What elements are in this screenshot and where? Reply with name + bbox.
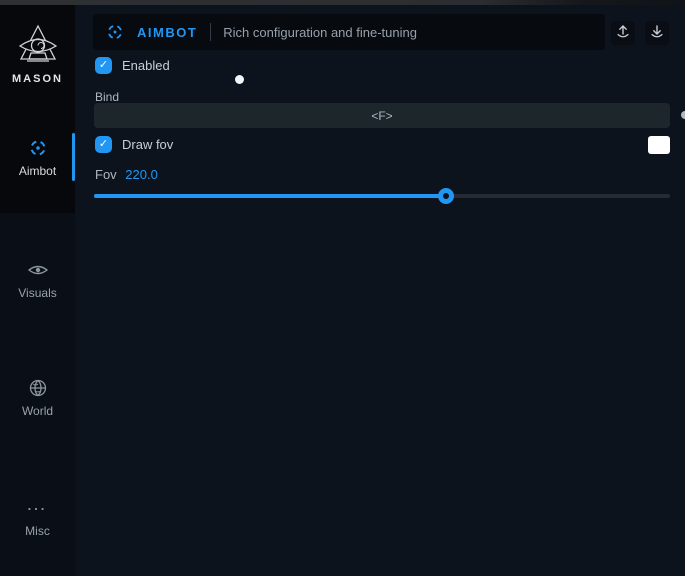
mason-menu-window: MASON Aimbot Visuals (0, 0, 685, 576)
fov-slider-fill (94, 194, 446, 198)
sidebar-item-label: Misc (25, 524, 50, 538)
bind-label: Bind (95, 90, 119, 104)
fov-slider[interactable] (94, 188, 670, 204)
ellipsis-icon: ... (0, 498, 75, 518)
mouse-cursor-dot (235, 75, 244, 84)
sidebar-item-aimbot[interactable]: Aimbot (0, 138, 75, 180)
enabled-checkbox[interactable]: ✓ (95, 57, 112, 74)
mason-pyramid-eye-icon (0, 23, 75, 69)
bind-key-field[interactable]: <F> (94, 103, 670, 128)
main-panel: AIMBOT Rich configuration and fine-tunin… (75, 5, 685, 576)
sidebar-item-label: Aimbot (19, 164, 56, 178)
brand-name: MASON (0, 73, 75, 85)
sidebar-item-label: World (22, 404, 53, 418)
sidebar-item-misc[interactable]: ... Misc (0, 498, 75, 540)
sidebar: MASON Aimbot Visuals (0, 5, 75, 576)
draw-fov-row: ✓ Draw fov (95, 136, 173, 153)
brand-logo: MASON (0, 23, 75, 85)
header-separator (210, 23, 211, 41)
sidebar-item-label: Visuals (18, 286, 56, 300)
download-icon (649, 23, 665, 44)
draw-fov-checkbox[interactable]: ✓ (95, 136, 112, 153)
enabled-row: ✓ Enabled (95, 57, 170, 74)
eye-icon (0, 260, 75, 280)
section-header: AIMBOT Rich configuration and fine-tunin… (93, 14, 605, 50)
fov-value: 220.0 (125, 167, 158, 182)
enabled-label: Enabled (122, 58, 170, 73)
section-title: AIMBOT (137, 25, 197, 40)
crosshair-icon (106, 23, 124, 41)
bind-field-cursor-dot (681, 111, 685, 119)
export-config-button[interactable] (611, 21, 635, 45)
sidebar-item-world[interactable]: World (0, 378, 75, 420)
upload-icon (615, 23, 631, 44)
draw-fov-label: Draw fov (122, 137, 173, 152)
check-icon: ✓ (99, 139, 108, 150)
sidebar-item-visuals[interactable]: Visuals (0, 260, 75, 302)
check-icon: ✓ (99, 60, 108, 71)
globe-icon (0, 378, 75, 398)
fov-slider-handle[interactable] (438, 188, 454, 204)
section-subtitle: Rich configuration and fine-tuning (223, 25, 417, 40)
fov-label: Fov (95, 167, 117, 182)
fov-value-row: Fov 220.0 (95, 167, 158, 182)
import-config-button[interactable] (645, 21, 669, 45)
fov-color-swatch[interactable] (648, 136, 670, 154)
bind-key-value: <F> (371, 109, 392, 123)
crosshair-icon (0, 138, 75, 158)
